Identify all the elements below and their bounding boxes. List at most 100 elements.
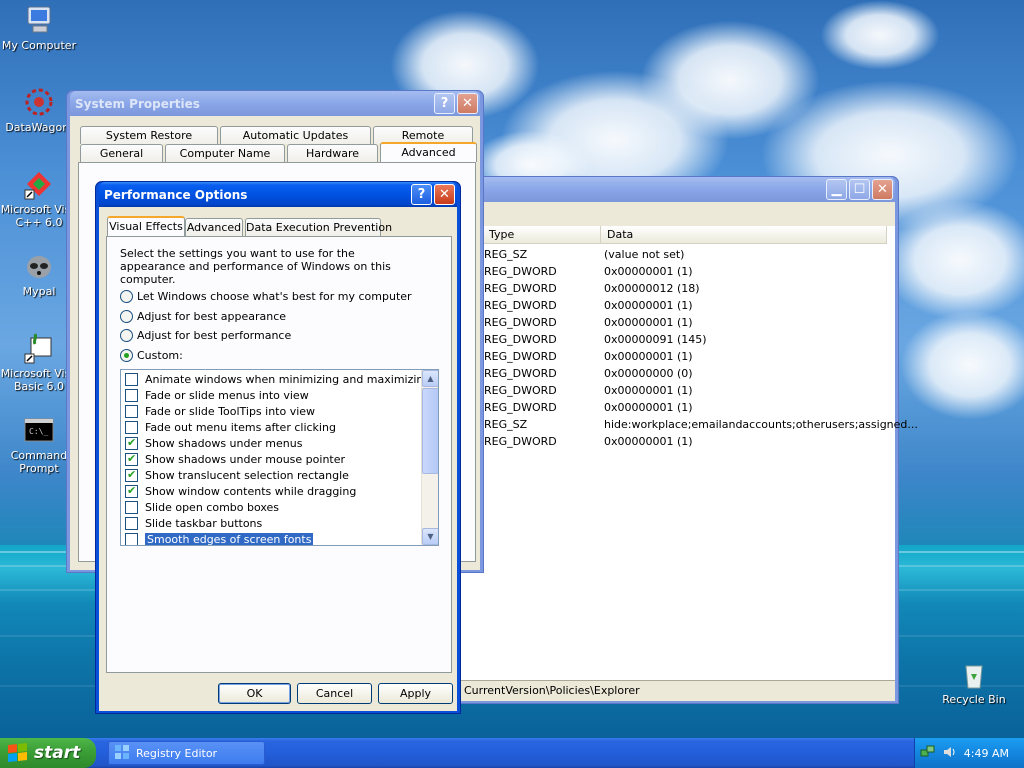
radio-circle[interactable] [120,349,133,362]
checklist-item[interactable]: Fade out menu items after clicking [121,419,423,435]
cancel-button[interactable]: Cancel [297,683,372,704]
performance-options-titlebar[interactable]: Performance Options ? ✕ [99,182,457,207]
raccoon-icon [23,250,55,282]
window-title: System Properties [75,96,200,111]
checklist-item[interactable]: Show translucent selection rectangle [121,467,423,483]
registry-values-list[interactable]: Type Data REG_SZ (value not set) REG_DWORD… [459,226,918,680]
clock[interactable]: 4:49 AM [964,747,1009,760]
checkbox[interactable] [125,388,138,402]
radio-let-windows-choose[interactable]: Let Windows choose what's best for my co… [120,290,412,303]
registry-row-data[interactable]: 0x00000001 (1) [604,263,693,280]
column-header-data[interactable]: Data [601,226,887,244]
checkbox[interactable] [125,436,138,450]
registry-row-data[interactable]: 0x00000001 (1) [604,314,693,331]
performance-options-client: Visual Effects Advanced Data Execution P… [99,207,457,711]
tab-data-execution-prevention[interactable]: Data Execution Prevention [245,218,392,236]
performance-options-window[interactable]: Performance Options ? ✕ Visual Effects A… [95,181,461,714]
registry-row-data[interactable]: (value not set) [604,246,684,263]
registry-row-type[interactable]: REG_DWORD [484,365,557,382]
registry-row-type[interactable]: REG_DWORD [484,382,557,399]
radio-best-performance[interactable]: Adjust for best performance [120,329,291,342]
checkbox[interactable] [125,468,138,482]
visual-effects-checklist[interactable]: Animate windows when minimizing and maxi… [120,369,439,546]
checkbox[interactable] [125,484,138,498]
desktop-icon-recycle-bin[interactable]: Recycle Bin [935,658,1013,706]
registry-titlebar[interactable]: ▁ ☐ ✕ [459,177,895,202]
checkbox[interactable] [125,516,138,530]
checklist-item[interactable]: Slide taskbar buttons [121,515,423,531]
registry-row-type[interactable]: REG_DWORD [484,297,557,314]
start-button[interactable]: start [0,738,96,768]
registry-row-type[interactable]: REG_DWORD [484,280,557,297]
maximize-button[interactable]: ☐ [849,179,870,200]
scroll-thumb[interactable] [422,388,438,474]
registry-editor-window[interactable]: ▁ ☐ ✕ Type Data REG_SZ (value not set) REG… [455,176,918,704]
scroll-up-button[interactable]: ▲ [422,370,438,387]
registry-row-data[interactable]: 0x00000001 (1) [604,297,693,314]
tab-automatic-updates[interactable]: Automatic Updates [220,126,371,144]
registry-row-data[interactable]: 0x00000000 (0) [604,365,693,382]
registry-row-type[interactable]: REG_DWORD [484,399,557,416]
registry-row-data[interactable]: hide:workplace;emailandaccounts;otheruse… [604,416,918,433]
checkbox[interactable] [125,500,138,514]
taskbar-button-registry-editor[interactable]: Registry Editor [108,741,265,765]
checklist-item[interactable]: Slide open combo boxes [121,499,423,515]
tab-system-restore[interactable]: System Restore [80,126,218,144]
radio-circle[interactable] [120,290,133,303]
close-button[interactable]: ✕ [872,179,893,200]
registry-row-data[interactable]: 0x00000091 (145) [604,331,707,348]
registry-row-type[interactable]: REG_DWORD [484,348,557,365]
help-button[interactable]: ? [411,184,432,205]
scroll-down-button[interactable]: ▼ [422,528,438,545]
checklist-item[interactable]: Animate windows when minimizing and maxi… [121,371,430,387]
column-header-type[interactable]: Type [483,226,601,244]
ok-button[interactable]: OK [218,683,291,704]
checklist-item[interactable]: Fade or slide ToolTips into view [121,403,423,419]
radio-custom[interactable]: Custom: [120,349,183,362]
network-icon[interactable] [920,744,936,763]
tab-visual-effects[interactable]: Visual Effects [107,216,185,236]
svg-text:C:\_: C:\_ [29,427,48,436]
registry-row-type[interactable]: REG_DWORD [484,314,557,331]
checkbox[interactable] [125,372,138,386]
registry-row-data[interactable]: 0x00000001 (1) [604,399,693,416]
checkbox[interactable] [125,420,138,434]
tab-hardware[interactable]: Hardware [287,144,378,162]
help-button[interactable]: ? [434,93,455,114]
close-button[interactable]: ✕ [434,184,455,205]
vertical-scrollbar[interactable]: ▲ ▼ [421,370,438,545]
checklist-item[interactable]: Show shadows under mouse pointer [121,451,423,467]
radio-best-appearance[interactable]: Adjust for best appearance [120,310,286,323]
registry-row-type[interactable]: REG_DWORD [484,433,557,450]
window-title: Performance Options [104,187,248,202]
checkbox[interactable] [125,532,138,545]
radio-circle[interactable] [120,329,133,342]
checklist-item[interactable]: Show shadows under menus [121,435,423,451]
volume-icon[interactable] [942,744,958,763]
minimize-button[interactable]: ▁ [826,179,847,200]
tab-general[interactable]: General [80,144,163,162]
checkbox[interactable] [125,404,138,418]
registry-row-type[interactable]: REG_SZ [484,246,527,263]
close-button[interactable]: ✕ [457,93,478,114]
computer-icon [23,4,55,36]
checkbox[interactable] [125,452,138,466]
checkbox-label: Show translucent selection rectangle [145,468,349,482]
checklist-item[interactable]: Show window contents while dragging [121,483,423,499]
tab-computer-name[interactable]: Computer Name [165,144,285,162]
checklist-item[interactable]: Fade or slide menus into view [121,387,423,403]
registry-row-type[interactable]: REG_SZ [484,416,527,433]
radio-circle[interactable] [120,310,133,323]
checklist-item[interactable]: Smooth edges of screen fonts [121,531,423,545]
system-properties-titlebar[interactable]: System Properties ? ✕ [70,91,480,116]
tab-advanced[interactable]: Advanced [185,218,243,236]
registry-row-type[interactable]: REG_DWORD [484,331,557,348]
registry-row-data[interactable]: 0x00000001 (1) [604,348,693,365]
registry-row-data[interactable]: 0x00000012 (18) [604,280,700,297]
registry-row-data[interactable]: 0x00000001 (1) [604,382,693,399]
registry-row-type[interactable]: REG_DWORD [484,263,557,280]
registry-row-data[interactable]: 0x00000001 (1) [604,433,693,450]
desktop-icon-my-computer[interactable]: My Computer [0,4,78,52]
apply-button[interactable]: Apply [378,683,453,704]
tab-advanced[interactable]: Advanced [380,142,477,162]
